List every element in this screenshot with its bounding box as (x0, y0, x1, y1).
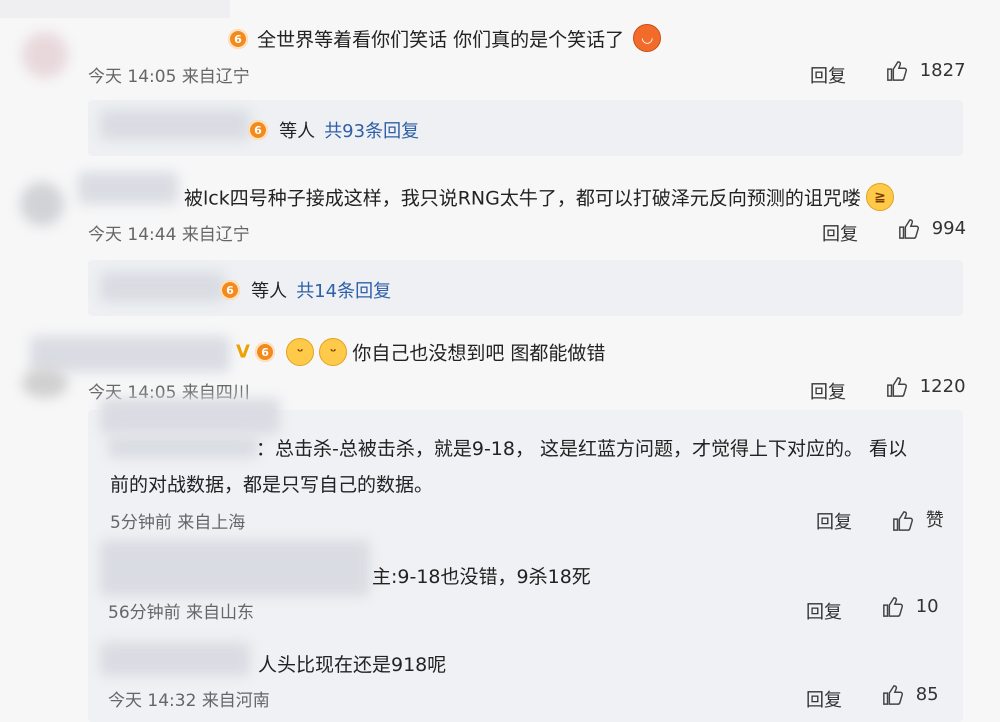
comment-location: 来自辽宁 (181, 225, 250, 245)
username-blur[interactable] (100, 642, 250, 676)
subreply-text-cont: 前的对战数据，都是只写自己的数据。 (110, 474, 434, 496)
like-button[interactable]: 10 (882, 596, 939, 618)
emoji-icon: ≧ (865, 183, 894, 211)
reply-button[interactable]: 回复 (822, 220, 858, 246)
subreply-meta: 今天 14:32 来自河南 (108, 686, 270, 711)
reply-preview-users (100, 110, 250, 140)
comment-2: 被lck四号种子接成这样，我只说RNG太牛了，都可以打破泽元反向预测的诅咒喽 ≧ (184, 183, 894, 211)
reply-summary[interactable]: 6 等人 共93条回复 (248, 117, 419, 143)
subreply-text: 人头比现在还是918呢 (258, 654, 447, 676)
comment-meta: 今天 14:44 来自辽宁 (88, 220, 250, 245)
username-blur[interactable] (100, 398, 280, 434)
comment-text: 被lck四号种子接成这样，我只说RNG太牛了，都可以打破泽元反向预测的诅咒喽 (184, 187, 861, 210)
thumb-up-icon (887, 61, 908, 81)
subreply-time: 5分钟前 (110, 513, 172, 533)
subreply-meta: 5分钟前 来自上海 (110, 508, 245, 533)
reply-count-link[interactable]: 共93条回复 (324, 121, 419, 142)
reply-who: 等人 (251, 281, 288, 302)
avatar[interactable] (22, 32, 68, 78)
subreply-text: ：总击杀-总被击杀，就是9-18， 这是红蓝方问题，才觉得上下对应的。 看以 (256, 438, 908, 460)
subreply-location: 来自上海 (177, 513, 246, 533)
username-blur[interactable] (100, 540, 370, 596)
comment-1: 6 全世界等着看你们笑话 你们真的是个笑话了 ◡ (228, 24, 662, 52)
like-button[interactable]: 1220 (886, 376, 966, 398)
comment-text: 你自己也没想到吧 图都能做错 (352, 342, 606, 365)
level-badge-icon: 6 (248, 120, 268, 140)
comment-time: 今天 14:44 (88, 225, 177, 245)
like-button[interactable]: 85 (882, 684, 939, 706)
thumb-up-icon (887, 377, 908, 397)
comment-location: 来自辽宁 (181, 67, 250, 87)
like-button[interactable]: 994 (898, 218, 966, 240)
like-count: 1220 (919, 376, 966, 397)
subreply-location: 来自河南 (201, 691, 270, 711)
emoji-icon: ᵕ (286, 338, 315, 366)
level-badge-icon: 6 (220, 280, 240, 300)
level-badge-icon: 6 (255, 342, 276, 362)
like-count: 1827 (919, 60, 966, 81)
comment-time: 今天 14:05 (88, 67, 177, 87)
thumb-up-icon (893, 511, 914, 531)
reply-button[interactable]: 回复 (816, 508, 852, 534)
reply-button[interactable]: 回复 (806, 598, 842, 624)
top-blur (0, 0, 230, 18)
subreply-location: 来自山东 (186, 603, 255, 623)
subreply-time: 56分钟前 (108, 603, 181, 623)
comment-meta: 今天 14:05 来自辽宁 (88, 62, 250, 87)
reply-button[interactable]: 回复 (806, 686, 842, 712)
like-button[interactable]: 1827 (886, 60, 966, 82)
subreply-time: 今天 14:32 (108, 691, 197, 711)
avatar[interactable] (20, 182, 64, 226)
username-blur[interactable] (30, 336, 230, 372)
thumb-up-icon (883, 597, 904, 617)
reply-count-link[interactable]: 共14条回复 (296, 281, 391, 302)
thumb-up-icon (899, 219, 920, 239)
avatar[interactable] (22, 368, 68, 398)
emoji-icon: ◡ (633, 24, 662, 52)
vip-v-icon: V (236, 341, 250, 363)
subreply-meta: 56分钟前 来自山东 (108, 598, 254, 623)
reply-button[interactable]: 回复 (810, 62, 846, 88)
username-blur[interactable] (108, 436, 258, 458)
reply-button[interactable]: 回复 (810, 378, 846, 404)
reply-summary[interactable]: 6 等人 共14条回复 (220, 277, 391, 303)
like-count: 85 (915, 684, 939, 705)
username-blur[interactable] (78, 172, 178, 204)
level-badge-icon: 6 (228, 29, 248, 49)
reply-preview-users (100, 272, 225, 302)
subreply-text: 主:9-18也没错，9杀18死 (372, 566, 591, 588)
like-button[interactable]: 赞 (892, 506, 944, 532)
emoji-icon: ᵕ (319, 338, 348, 366)
like-count: 赞 (925, 510, 944, 531)
like-count: 10 (915, 596, 939, 617)
thumb-up-icon (883, 685, 904, 705)
reply-who: 等人 (279, 121, 316, 142)
like-count: 994 (931, 218, 967, 239)
comment-3: V 6 ᵕ ᵕ 你自己也没想到吧 图都能做错 (236, 338, 605, 366)
comment-text: 全世界等着看你们笑话 你们真的是个笑话了 (257, 28, 625, 51)
